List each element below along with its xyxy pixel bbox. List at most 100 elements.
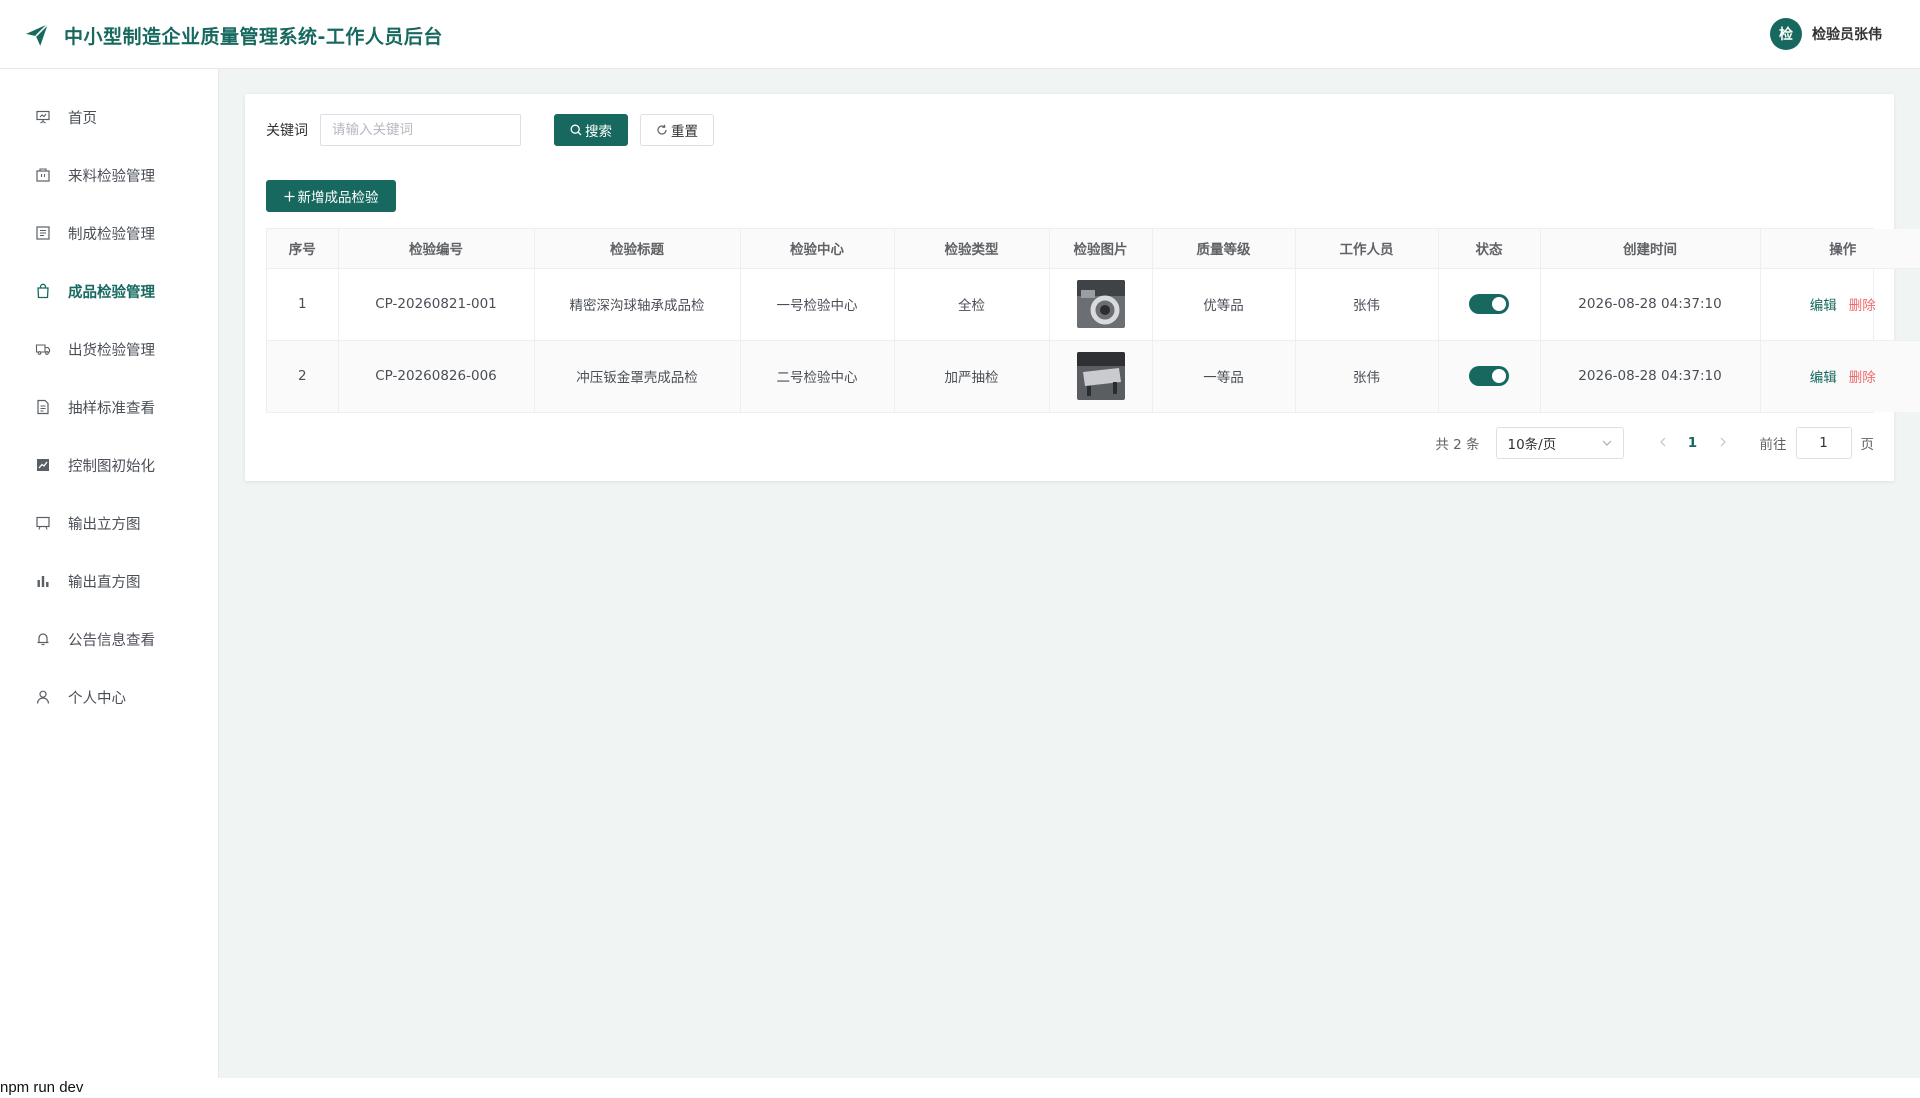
avatar[interactable]: 检: [1770, 18, 1802, 50]
column-header: 质量等级: [1152, 229, 1296, 269]
sidebar-item-2[interactable]: 制成检验管理: [0, 204, 218, 262]
plus-icon: [284, 191, 294, 201]
row-index: 2: [267, 340, 339, 412]
next-page-button[interactable]: [1708, 435, 1738, 451]
column-header: 检验中心: [740, 229, 895, 269]
chevron-left-icon: [1659, 437, 1665, 447]
reset-button-label: 重置: [671, 124, 698, 140]
created-time: 2026-08-28 04:37:10: [1540, 268, 1761, 341]
column-header: 工作人员: [1295, 229, 1439, 269]
page-size-value: 10条/页: [1507, 437, 1557, 453]
inspection-title: 精密深沟球轴承成品检: [534, 268, 741, 341]
add-button-label: 新增成品检验: [297, 190, 379, 206]
edit-link[interactable]: 编辑: [1810, 370, 1837, 386]
column-header: 检验编号: [338, 229, 535, 269]
column-header: 检验图片: [1049, 229, 1153, 269]
inspection-type: 全检: [894, 268, 1050, 341]
user-icon: [34, 688, 52, 706]
column-header: 检验类型: [894, 229, 1050, 269]
page-size-select[interactable]: 10条/页: [1495, 427, 1624, 459]
sidebar-item-0[interactable]: 首页: [0, 88, 218, 146]
sidebar-item-label: 公告信息查看: [68, 632, 155, 649]
sidebar-item-4[interactable]: 出货检验管理: [0, 320, 218, 378]
presentation-icon: [34, 108, 52, 126]
reset-button[interactable]: 重置: [640, 114, 714, 146]
actions-cell: 编辑 删除: [1760, 268, 1920, 341]
status-cell: [1438, 268, 1541, 341]
actions-cell: 编辑 删除: [1760, 340, 1920, 412]
page-suffix: 页: [1860, 437, 1875, 453]
column-header: 操作: [1760, 229, 1920, 269]
inspection-title: 冲压钣金罩壳成品检: [534, 340, 741, 412]
delete-link[interactable]: 删除: [1849, 298, 1876, 314]
search-bar: 关键词 搜索 重置: [266, 114, 714, 146]
inspection-image[interactable]: [1076, 352, 1125, 401]
inspection-center: 一号检验中心: [740, 268, 895, 341]
add-inspection-button[interactable]: 新增成品检验: [266, 180, 396, 212]
column-header: 检验标题: [534, 229, 741, 269]
top-header: 中小型制造企业质量管理系统-工作人员后台 检 检验员张伟: [0, 0, 1920, 69]
user-menu[interactable]: 检 检验员张伟: [1770, 18, 1882, 50]
staff-name: 张伟: [1295, 340, 1439, 412]
bell-icon: [34, 630, 52, 648]
search-icon: [570, 124, 582, 136]
main-content: 关键词 搜索 重置 新增成品检验 序号检验编号检验标题检验中心检验类型检验图片质…: [219, 69, 1920, 1082]
goto-label: 前往: [1759, 437, 1787, 453]
sidebar-item-5[interactable]: 抽样标准查看: [0, 378, 218, 436]
user-name[interactable]: 检验员张伟: [1812, 24, 1882, 44]
pagination: 共 2 条 10条/页 1 前往 页: [1435, 427, 1874, 459]
bar-chart-icon: [34, 572, 52, 590]
table-row: 1 CP-20260821-001 精密深沟球轴承成品检 一号检验中心 全检 优等品 张伟 2…: [267, 268, 1920, 341]
document-icon: [34, 398, 52, 416]
row-index: 1: [267, 268, 339, 341]
sidebar-item-label: 来料检验管理: [68, 168, 155, 185]
terminal-command-text: npm run dev: [0, 1078, 1920, 1098]
goto-page-input[interactable]: [1795, 427, 1852, 459]
sidebar-item-6[interactable]: 控制图初始化: [0, 436, 218, 494]
refresh-icon: [657, 124, 667, 135]
sidebar-item-9[interactable]: 公告信息查看: [0, 610, 218, 668]
keyword-input[interactable]: [320, 114, 521, 146]
sidebar-item-10[interactable]: 个人中心: [0, 668, 218, 726]
delete-link[interactable]: 删除: [1849, 370, 1876, 386]
created-time: 2026-08-28 04:37:10: [1540, 340, 1761, 412]
inspection-code: CP-20260826-006: [338, 340, 535, 412]
sidebar-item-3[interactable]: 成品检验管理: [0, 262, 218, 320]
column-header: 创建时间: [1540, 229, 1761, 269]
column-header: 序号: [267, 229, 339, 269]
sidebar-menu: 首页来料检验管理 制成检验管理 成品检验管理 出货检验管理 抽样标准查看 控制图初始化输出…: [0, 69, 218, 726]
inspection-image[interactable]: [1076, 280, 1125, 328]
inspection-table: 序号 检验编号 检验标题 检验中心 检验类型 检验图片 质量等级 工作人员 状态 创建时间 操作 1…: [266, 228, 1920, 413]
app-title: 中小型制造企业质量管理系统-工作人员后台: [64, 26, 443, 48]
sidebar-item-7[interactable]: 输出立方图: [0, 494, 218, 552]
quality-grade: 优等品: [1152, 268, 1296, 341]
edit-link[interactable]: 编辑: [1810, 298, 1837, 314]
sidebar-item-1[interactable]: 来料检验管理: [0, 146, 218, 204]
sidebar-item-label: 控制图初始化: [68, 458, 155, 475]
content-card: 关键词 搜索 重置 新增成品检验 序号检验编号检验标题检验中心检验类型检验图片质…: [245, 94, 1920, 481]
sidebar-item-label: 制成检验管理: [68, 226, 155, 243]
sidebar-item-label: 抽样标准查看: [68, 400, 155, 417]
truck-icon: [34, 340, 52, 358]
line-chart-icon: [34, 456, 52, 474]
table-header-row: 序号 检验编号 检验标题 检验中心 检验类型 检验图片 质量等级 工作人员 状态 创建时间 操作: [267, 229, 1920, 269]
status-toggle[interactable]: [1469, 294, 1509, 314]
sidebar-item-label: 成品检验管理: [68, 284, 155, 301]
staff-name: 张伟: [1295, 268, 1439, 341]
sidebar-item-label: 个人中心: [68, 690, 126, 707]
page-number[interactable]: 1: [1678, 435, 1708, 451]
prev-page-button[interactable]: [1648, 435, 1678, 451]
bag-icon: [34, 282, 52, 300]
box-icon: [34, 166, 52, 184]
sidebar-item-8[interactable]: 输出直方图: [0, 552, 218, 610]
table-row: 2 CP-20260826-006 冲压钣金罩壳成品检 二号检验中心 加严抽检 一等品 张伟…: [267, 340, 1920, 412]
paper-plane-icon: [26, 23, 49, 46]
chevron-right-icon: [1720, 437, 1726, 447]
sidebar-item-label: 出货检验管理: [68, 342, 155, 359]
pagination-total: 共 2 条: [1435, 437, 1480, 453]
search-button[interactable]: 搜索: [554, 114, 628, 146]
image-cell: [1049, 340, 1153, 412]
column-header: 状态: [1438, 229, 1541, 269]
inspection-type: 加严抽检: [894, 340, 1050, 412]
status-toggle[interactable]: [1469, 366, 1509, 387]
